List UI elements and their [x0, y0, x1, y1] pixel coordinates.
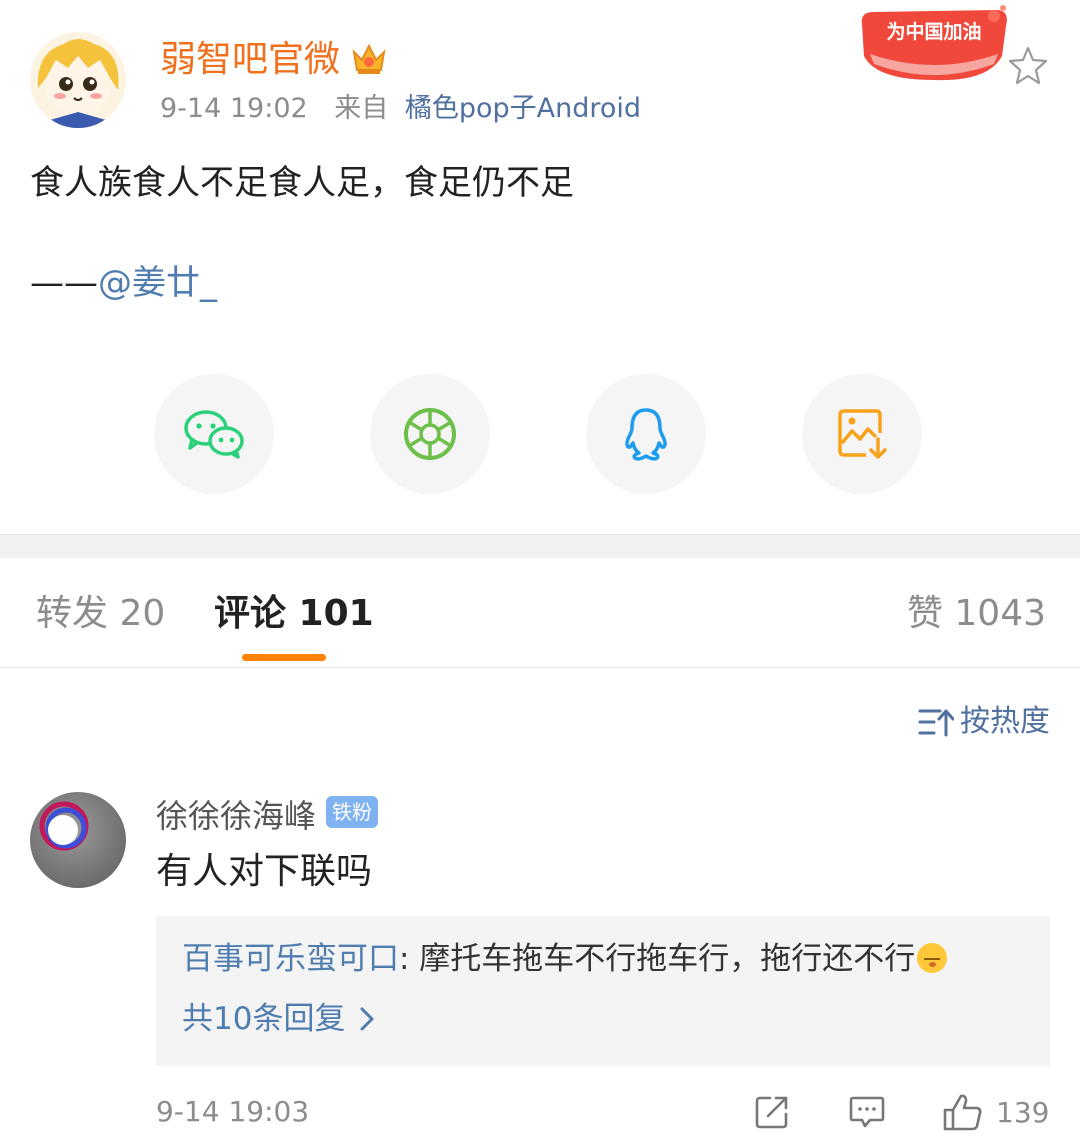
sort-icon	[918, 709, 954, 737]
thumbs-up-icon	[943, 1094, 982, 1131]
comment-reply-button[interactable]	[848, 1090, 886, 1134]
reply-text: : 摩托车拖车不行拖车行，拖行还不行	[399, 941, 916, 977]
comment-like-button[interactable]: 139	[942, 1090, 1049, 1134]
chevron-right-icon	[360, 1007, 374, 1031]
cheer-badge[interactable]: 为中国加油	[856, 4, 1012, 86]
comment-time: 9-14 19:03	[156, 1095, 310, 1128]
share-row	[154, 374, 924, 494]
share-wechat-button[interactable]	[154, 374, 274, 494]
post-time: 9-14 19:02	[160, 93, 308, 124]
post-header: 弱智吧官微 9-14 19:02 来自 橘色pop子Android 为中国加油	[30, 5, 1050, 130]
save-image-icon	[838, 409, 887, 459]
fan-badge: 铁粉	[326, 796, 378, 828]
section-divider	[0, 534, 1080, 558]
from-label: 来自	[334, 93, 389, 124]
comment-item: 徐徐徐海峰 铁粉 有人对下联吗 百事可乐蛮可口: 摩托车拖车不行拖车行，拖行还不…	[30, 790, 1050, 1144]
author-avatar[interactable]	[30, 32, 126, 128]
tab-repost[interactable]: 转发 20	[36, 592, 165, 636]
comment-text: 有人对下联吗	[156, 851, 373, 892]
tab-comment[interactable]: 评论 101	[214, 592, 374, 636]
attribution-dash: ——	[30, 263, 98, 303]
cheer-badge-text: 为中国加油	[886, 20, 981, 43]
wechat-icon	[184, 410, 244, 459]
mention-link[interactable]: @姜廿_	[98, 263, 217, 303]
crown-icon	[350, 40, 388, 78]
comment-icon	[849, 1096, 885, 1128]
post-meta: 9-14 19:02 来自 橘色pop子Android	[160, 92, 641, 126]
moments-icon	[404, 408, 456, 460]
share-qq-button[interactable]	[586, 374, 706, 494]
interaction-tabs: 转发 20 评论 101 赞 1043	[0, 558, 1080, 668]
commenter-name[interactable]: 徐徐徐海峰	[156, 796, 316, 836]
reply-line: 百事可乐蛮可口: 摩托车拖车不行拖车行，拖行还不行	[182, 936, 1024, 982]
more-replies-label: 共10条回复	[182, 1001, 346, 1037]
reply-preview[interactable]: 百事可乐蛮可口: 摩托车拖车不行拖车行，拖行还不行 共10条回复	[156, 916, 1050, 1066]
post-attribution: ——@姜廿_	[30, 260, 1050, 306]
sort-label: 按热度	[960, 704, 1050, 739]
post-text-line: 食人族食人不足食人足，食足仍不足	[30, 163, 574, 203]
active-tab-indicator	[242, 654, 326, 661]
qq-icon	[625, 408, 667, 461]
star-icon[interactable]	[1006, 44, 1050, 88]
commenter-avatar[interactable]	[30, 792, 126, 888]
tab-like[interactable]: 赞 1043	[907, 592, 1046, 636]
smirk-emoji-icon	[917, 943, 948, 973]
more-replies-link[interactable]: 共10条回复	[182, 996, 1024, 1042]
like-count: 139	[996, 1095, 1050, 1129]
post-source[interactable]: 橘色pop子Android	[405, 93, 641, 124]
author-name[interactable]: 弱智吧官微	[160, 38, 340, 82]
repost-icon	[755, 1096, 788, 1129]
share-moments-button[interactable]	[370, 374, 490, 494]
sort-toggle[interactable]: 按热度	[918, 702, 1050, 742]
save-image-button[interactable]	[802, 374, 922, 494]
reply-author[interactable]: 百事可乐蛮可口	[182, 941, 399, 977]
comment-footer: 9-14 19:03 139	[156, 1090, 1050, 1134]
comment-repost-button[interactable]	[754, 1090, 790, 1134]
post-content: 食人族食人不足食人足，食足仍不足 ——@姜廿_	[30, 160, 1050, 306]
